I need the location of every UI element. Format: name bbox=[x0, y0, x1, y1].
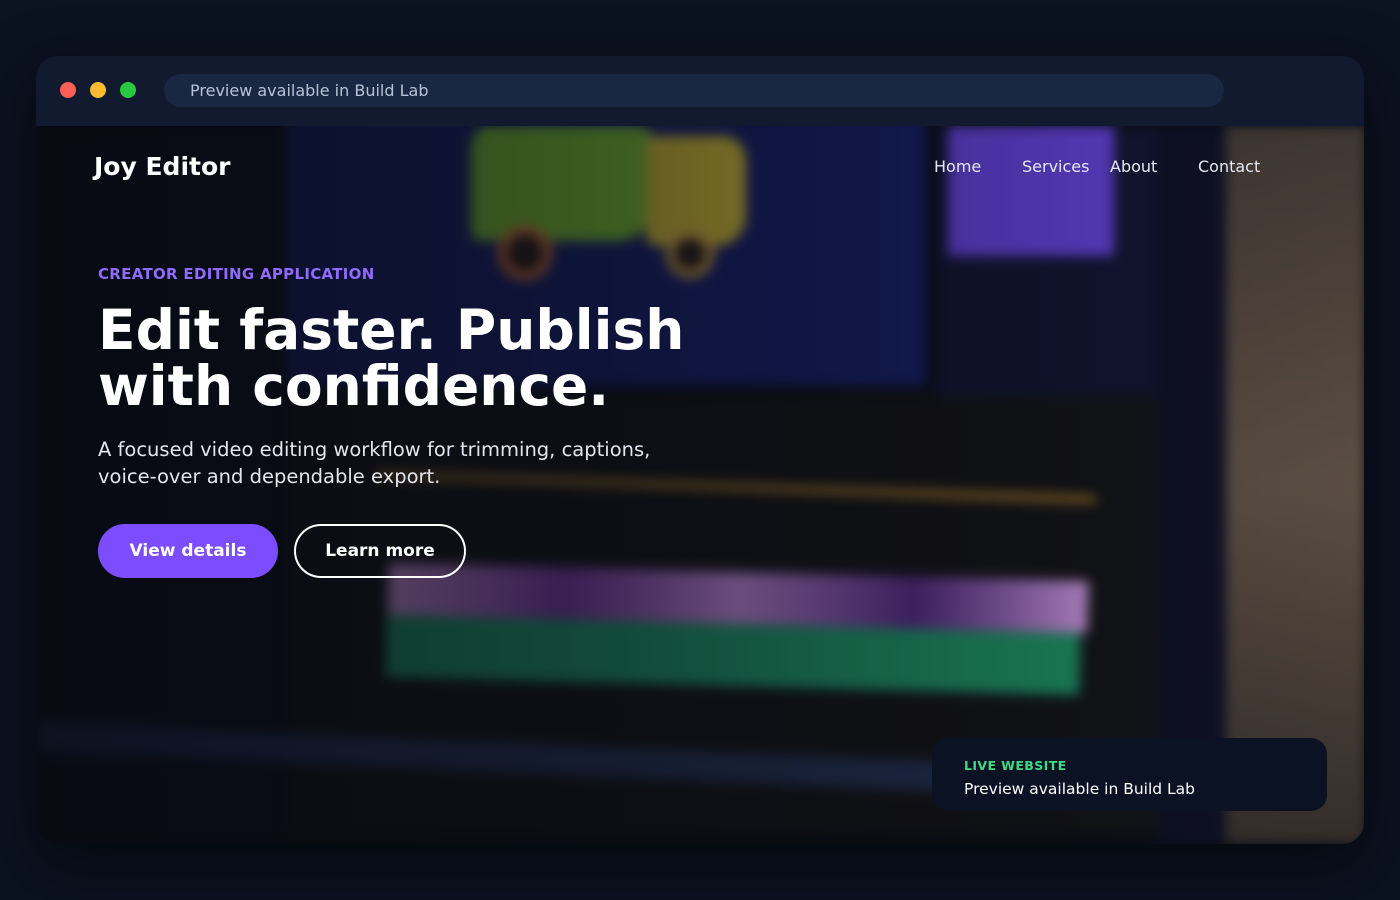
nav-contact[interactable]: Contact bbox=[1198, 157, 1260, 176]
maximize-window-icon[interactable] bbox=[120, 82, 136, 98]
browser-window: Preview available in Build Lab Joy Edito… bbox=[36, 56, 1364, 844]
view-details-button[interactable]: View details bbox=[98, 524, 278, 578]
address-bar[interactable]: Preview available in Build Lab bbox=[164, 74, 1224, 107]
nav-home[interactable]: Home bbox=[934, 157, 981, 176]
nav-about[interactable]: About bbox=[1110, 157, 1157, 176]
close-window-icon[interactable] bbox=[60, 82, 76, 98]
learn-more-button[interactable]: Learn more bbox=[294, 524, 466, 578]
site-logo[interactable]: Joy Editor bbox=[94, 152, 230, 181]
live-website-card: LIVE WEBSITE Preview available in Build … bbox=[932, 738, 1327, 811]
browser-chrome: Preview available in Build Lab bbox=[36, 56, 1364, 126]
live-website-label: LIVE WEBSITE bbox=[964, 758, 1067, 773]
hero-eyebrow: CREATOR EDITING APPLICATION bbox=[98, 265, 375, 283]
minimize-window-icon[interactable] bbox=[90, 82, 106, 98]
page-viewport: Joy Editor Home Services About Contact C… bbox=[36, 126, 1364, 844]
hero-headline: Edit faster. Publish with confidence. bbox=[98, 298, 685, 418]
live-website-text: Preview available in Build Lab bbox=[964, 780, 1196, 798]
hero-subtitle: A focused video editing workflow for tri… bbox=[98, 438, 651, 488]
nav-services[interactable]: Services bbox=[1022, 157, 1089, 176]
